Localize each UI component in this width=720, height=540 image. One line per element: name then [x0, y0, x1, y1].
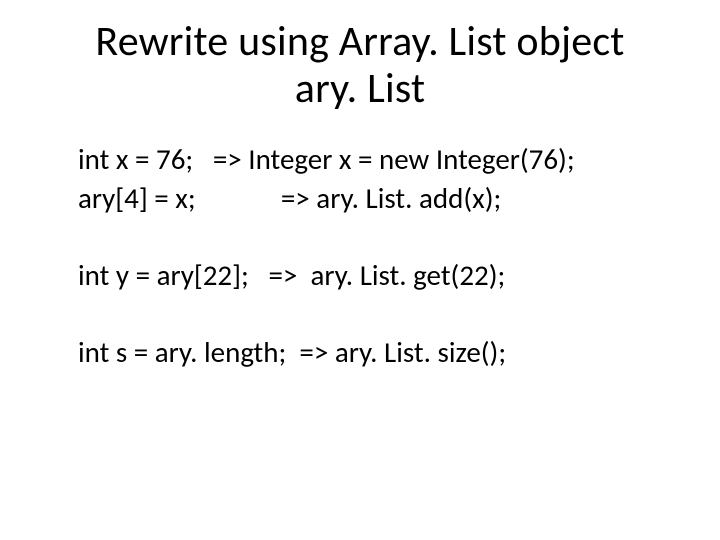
code-line-1: int x = 76; => Integer x = new Integer(7…	[78, 140, 670, 179]
title-line-1: Rewrite using Array. List object	[95, 16, 624, 67]
blank-line	[78, 295, 670, 333]
slide: Rewrite using Array. List object ary. Li…	[0, 0, 720, 540]
code-line-2: ary[4] = x; => ary. List. add(x);	[78, 179, 670, 218]
title-line-2: ary. List	[295, 63, 425, 114]
slide-body: int x = 76; => Integer x = new Integer(7…	[50, 140, 670, 373]
code-line-3: int y = ary[22]; => ary. List. get(22);	[78, 256, 670, 295]
slide-title: Rewrite using Array. List object ary. Li…	[50, 18, 670, 112]
code-line-4: int s = ary. length; => ary. List. size(…	[78, 333, 670, 372]
blank-line	[78, 218, 670, 256]
